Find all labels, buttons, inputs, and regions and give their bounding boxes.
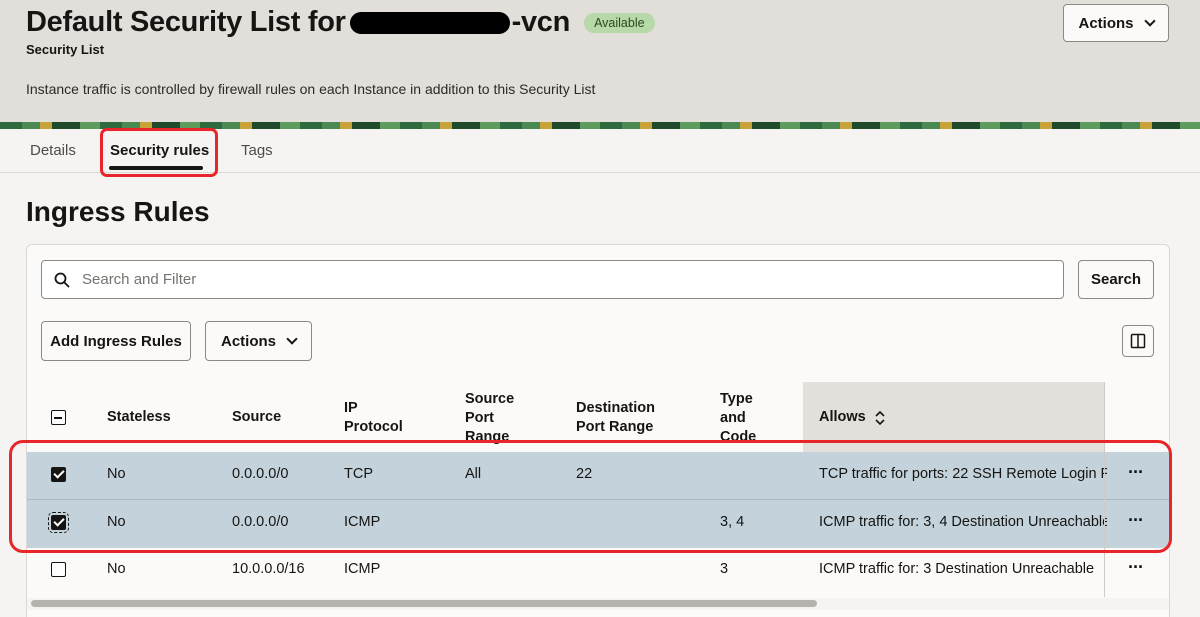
column-header-source-port-range: Source Port Range: [465, 390, 514, 447]
page-description: Instance traffic is controlled by firewa…: [26, 81, 596, 97]
header-actions-label: Actions: [1078, 14, 1134, 32]
section-title: Ingress Rules: [26, 196, 210, 227]
cell-source: 10.0.0.0/16: [232, 561, 305, 577]
cell-stateless: No: [107, 561, 126, 577]
table-row[interactable]: No 10.0.0.0/16 ICMP 3 ICMP traffic for: …: [27, 548, 1169, 596]
sort-icon: [875, 410, 885, 425]
page-header: Default Security List for -vcn Available…: [0, 0, 1200, 122]
chevron-down-icon: [1143, 15, 1156, 27]
annotation-highlight-rows: [9, 440, 1172, 553]
header-line: IP: [344, 400, 358, 416]
column-header-stateless: Stateless: [107, 409, 171, 425]
search-icon: [54, 272, 70, 287]
select-all-checkbox[interactable]: [51, 410, 66, 425]
status-badge: Available: [584, 12, 655, 33]
column-header-ip-protocol: IP Protocol: [344, 399, 403, 437]
redaction-mark: [349, 11, 510, 34]
horizontal-scrollbar-thumb[interactable]: [31, 600, 817, 607]
chevron-down-icon: [286, 333, 298, 345]
cell-ip-protocol: ICMP: [344, 561, 381, 577]
header-line: Source: [465, 391, 515, 407]
row-more-icon[interactable]: ···: [1128, 557, 1144, 578]
table-actions-label: Actions: [220, 332, 276, 350]
annotation-highlight-tab: [100, 128, 218, 177]
search-button[interactable]: Search: [1078, 260, 1154, 299]
page-title-suffix: -vcn: [511, 6, 571, 38]
column-header-allows-label: Allows: [819, 409, 866, 425]
page-title-prefix: Default Security List for: [26, 6, 346, 38]
row-checkbox[interactable]: [51, 562, 66, 577]
columns-icon: [1130, 333, 1146, 349]
cell-allows: ICMP traffic for: 3 Destination Unreacha…: [819, 561, 1095, 577]
tab-tags[interactable]: Tags: [241, 142, 273, 159]
header-line: and: [720, 410, 746, 426]
header-line: Type: [720, 391, 753, 407]
header-line: Port: [465, 410, 494, 426]
page-title: Default Security List for -vcn: [26, 6, 570, 39]
header-actions-button[interactable]: Actions: [1063, 4, 1169, 42]
column-header-type-and-code: Type and Code: [720, 390, 756, 447]
tab-details[interactable]: Details: [30, 142, 76, 159]
resource-type-label: Security List: [26, 42, 105, 57]
cell-type-and-code: 3: [720, 561, 729, 577]
column-header-allows[interactable]: Allows: [819, 408, 886, 427]
header-line: Protocol: [344, 419, 403, 435]
table-actions-button[interactable]: Actions: [205, 321, 312, 361]
title-row: Default Security List for -vcn Available: [26, 6, 655, 39]
add-ingress-rules-button[interactable]: Add Ingress Rules: [41, 321, 191, 361]
column-header-source: Source: [232, 409, 282, 425]
column-header-destination-port-range: Destination Port Range: [576, 399, 655, 437]
column-settings-button[interactable]: [1122, 325, 1154, 357]
search-input[interactable]: [82, 271, 982, 288]
header-line: Port Range: [576, 419, 654, 435]
search-field[interactable]: [41, 260, 1064, 299]
header-line: Destination: [576, 400, 655, 416]
